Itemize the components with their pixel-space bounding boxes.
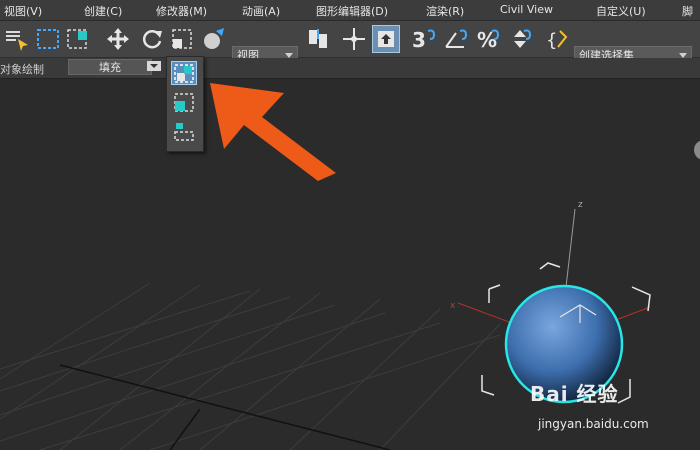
baidu-watermark: Bai 经验 [530,382,619,406]
main-toolbar: 视图 3 % {创建选择集 [0,21,700,64]
rotate-button[interactable] [138,25,166,53]
menu-civil-view[interactable]: Civil View [500,3,553,16]
angle-snap-button[interactable] [442,25,470,53]
move-icon [107,28,129,50]
edit-named-selection-button[interactable]: { [544,25,572,53]
named-selection-icon: { [546,30,568,51]
orange-arrow-annotation [210,83,336,181]
snap-toggle-button[interactable]: 3 [410,25,438,53]
fill-tab-label: 填充 [99,61,121,74]
svg-text:{: { [546,30,557,51]
menu-create[interactable]: 创建(C) [84,3,122,19]
select-filter-button[interactable] [2,25,30,53]
menu-view[interactable]: 视图(V) [4,3,42,19]
menu-modifiers[interactable]: 修改器(M) [156,3,207,19]
spinner-snap-icon [514,29,532,48]
object-paint-label: 对象绘制 [0,63,44,76]
menu-customize[interactable]: 自定义(U) [596,3,646,19]
manipulate-button[interactable] [340,25,368,53]
percent-snap-icon: % [477,28,500,52]
select-region-button[interactable] [34,25,62,53]
menu-animation[interactable]: 动画(A) [242,3,280,19]
rotate-icon [142,30,162,49]
percent-snap-button[interactable]: % [474,25,502,53]
home-grid [0,282,501,450]
crosshair-icon [343,28,365,50]
scale-icon [172,29,192,49]
move-button[interactable] [104,25,132,53]
viewcube-icon[interactable] [694,140,700,160]
rect-select-small-icon [174,123,194,141]
x-axis-label: x [450,301,456,311]
rect-select-window-icon [174,64,194,83]
grid-axis-line-2 [169,408,201,450]
window-crossing-icon [67,29,87,49]
menu-scripting[interactable]: 脚 [682,3,693,19]
dashed-rect-icon [37,29,59,49]
grid-axis-line [59,364,391,450]
snap-3d-icon: 3 [412,28,436,52]
ribbon-panel: 对象绘制 填充 [0,58,700,79]
fill-tab[interactable]: 填充 [68,59,152,75]
selection-region-flyout [166,56,204,152]
menu-graph-editors[interactable]: 图形编辑器(D) [316,3,388,19]
pivot-center-button[interactable] [304,25,332,53]
ribbon-collapse-button[interactable] [147,61,161,71]
flyout-option-rectangle[interactable] [171,61,197,85]
flyout-option-crossing[interactable] [171,91,197,115]
baidu-watermark-url: jingyan.baidu.com [538,417,649,431]
flyout-option-small[interactable] [171,119,197,143]
spinner-snap-button[interactable] [506,25,534,53]
scale-button[interactable] [168,25,196,53]
angle-snap-icon [445,29,468,48]
menu-bar: 视图(V) 创建(C) 修改器(M) 动画(A) 图形编辑器(D) 渲染(R) … [0,0,700,21]
rect-select-crossing-icon [174,93,194,112]
select-and-link-button[interactable] [64,25,92,53]
z-axis-label: z [578,200,583,210]
place-sphere-icon [204,28,224,49]
menu-rendering[interactable]: 渲染(R) [426,3,464,19]
select-list-icon [6,31,28,51]
pivot-icon [309,29,327,48]
placement-button[interactable] [200,25,228,53]
svg-text:3: 3 [412,28,426,52]
svg-text:%: % [477,28,497,52]
upload-icon [378,31,394,47]
keyboard-shortcut-toggle[interactable] [372,25,400,53]
